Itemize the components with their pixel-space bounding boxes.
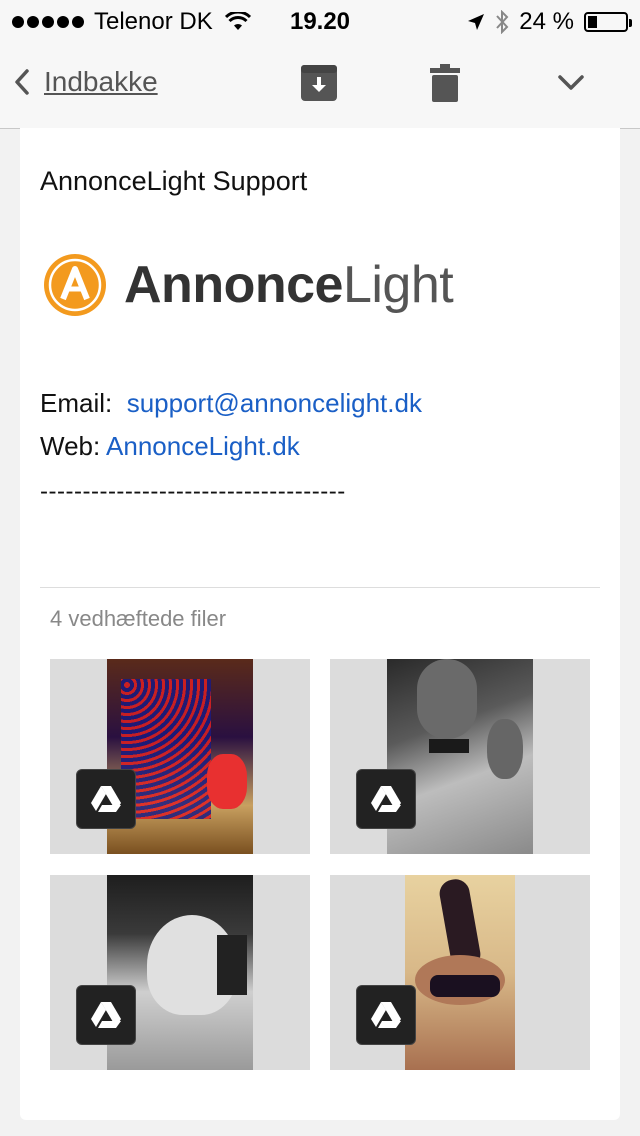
web-label: Web: [40, 431, 101, 461]
attachment-thumbnail-2[interactable] [330, 659, 590, 854]
status-right: 24 % [467, 8, 632, 36]
email-link[interactable]: support@annoncelight.dk [127, 388, 422, 418]
web-link[interactable]: AnnonceLight.dk [106, 431, 300, 461]
chevron-left-icon [15, 69, 29, 95]
logo-part-annonce: Annonce [124, 256, 343, 314]
attachment-image-4 [405, 875, 515, 1070]
archive-button[interactable] [300, 64, 338, 107]
back-label: Indbakke [44, 66, 158, 97]
google-drive-badge [356, 985, 416, 1045]
back-button[interactable]: Indbakke [14, 66, 158, 98]
email-contact-line: Email: support@annoncelight.dk [40, 388, 422, 419]
attachment-thumbnail-1[interactable] [50, 659, 310, 854]
attachments-divider [40, 587, 600, 588]
attachment-thumbnail-4[interactable] [330, 875, 590, 1070]
google-drive-badge [76, 769, 136, 829]
email-body-card: AnnonceLight Support AnnonceLight Email:… [20, 128, 620, 1120]
attachments-count-label: 4 vedhæftede filer [50, 606, 227, 631]
attachment-thumbnail-3[interactable] [50, 875, 310, 1070]
logo-part-light: Light [342, 256, 454, 314]
chevron-down-icon [558, 75, 584, 90]
google-drive-badge [356, 769, 416, 829]
archive-icon [301, 65, 337, 101]
battery-percent: 24 % [519, 8, 574, 35]
annoncelight-logo: AnnonceLight [42, 252, 454, 318]
google-drive-icon [371, 786, 401, 812]
email-label: Email: [40, 388, 113, 418]
battery-icon [584, 12, 632, 32]
signature-separator: ------------------------------------ [40, 478, 346, 505]
more-button[interactable] [557, 74, 585, 97]
location-arrow-icon [468, 14, 485, 30]
logo-wordmark: AnnonceLight [124, 255, 454, 315]
google-drive-icon [91, 1002, 121, 1028]
google-drive-icon [371, 1002, 401, 1028]
bluetooth-icon [496, 10, 509, 34]
google-drive-icon [91, 786, 121, 812]
sender-name: AnnonceLight Support [40, 166, 308, 196]
logo-badge-icon [44, 254, 106, 316]
google-drive-badge [76, 985, 136, 1045]
delete-button[interactable] [430, 64, 460, 107]
trash-icon [430, 64, 460, 102]
web-contact-line: Web: AnnonceLight.dk [40, 431, 300, 462]
status-bar: Telenor DK 19.20 24 % [0, 0, 640, 42]
nav-bar: Indbakke [0, 42, 640, 129]
